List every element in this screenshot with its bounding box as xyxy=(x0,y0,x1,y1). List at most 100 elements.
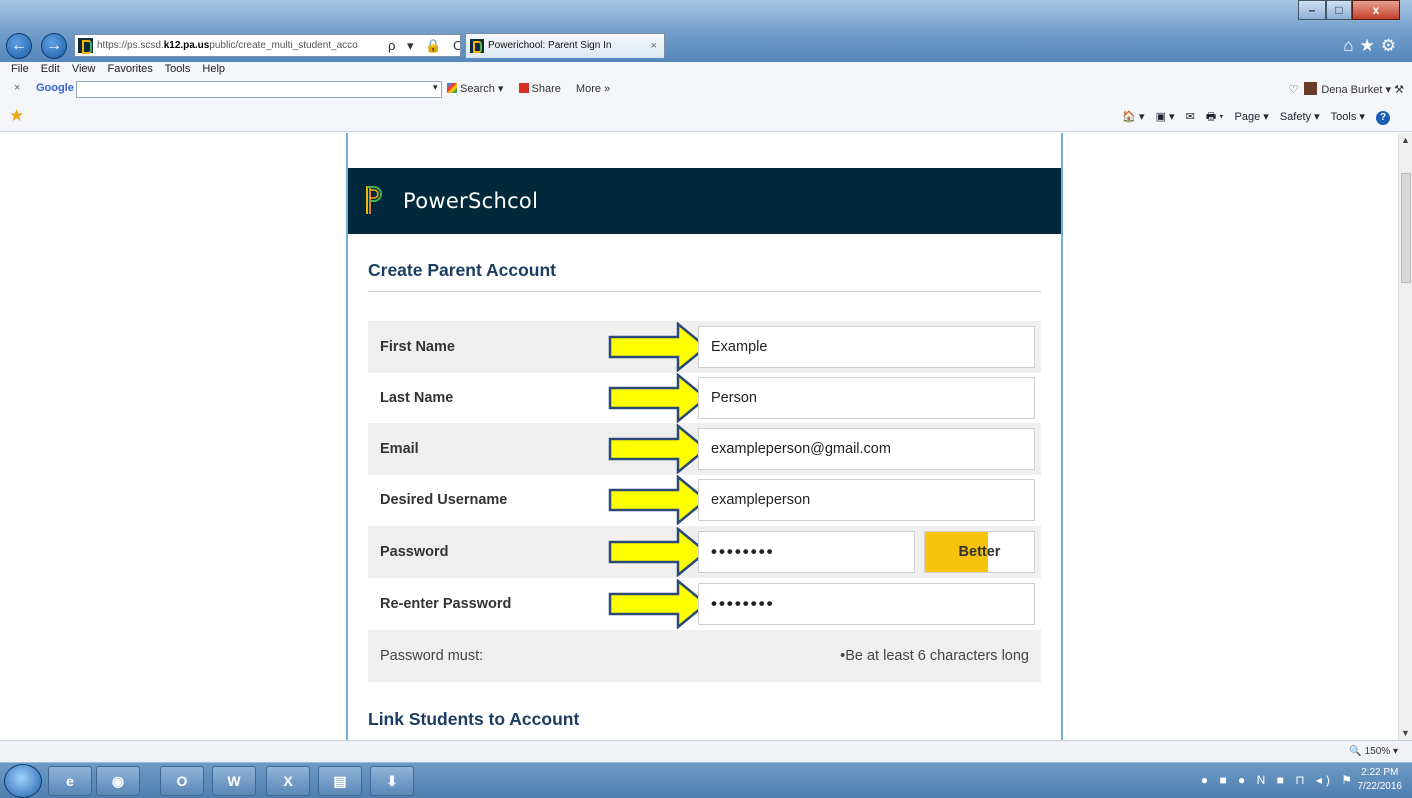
favorites-star-icon[interactable]: ★ xyxy=(9,106,24,126)
arrow-icon xyxy=(608,475,708,525)
password-strength-meter: Better xyxy=(924,531,1035,573)
clock[interactable]: 2:22 PM 7/22/2016 xyxy=(1358,766,1403,794)
taskbar-download-button[interactable]: ⬇ xyxy=(370,766,414,796)
menu-view[interactable]: View xyxy=(72,63,96,75)
google-search-icon xyxy=(447,83,457,93)
back-button[interactable]: ← xyxy=(6,33,32,59)
password-rules: Password must: •Be at least 6 characters… xyxy=(368,630,1041,682)
zoom-level[interactable]: 🔍 150% ▾ xyxy=(1349,746,1398,757)
google-share-label: Share xyxy=(531,83,561,95)
powerschool-logo-icon xyxy=(366,186,382,214)
taskbar-explorer-button[interactable]: ▤ xyxy=(318,766,362,796)
scroll-up-icon[interactable]: ▲ xyxy=(1401,135,1410,145)
menu-bar: File Edit View Favorites Tools Help xyxy=(0,62,1412,78)
command-tools: 🏠 ▾ ▣ ▾ ✉ 🖶 ▾ Page ▾ Safety ▾ Tools ▾ ? xyxy=(1114,108,1390,127)
home-button[interactable]: 🏠 ▾ xyxy=(1122,111,1144,123)
avatar xyxy=(1304,82,1318,95)
scroll-thumb[interactable] xyxy=(1401,173,1411,283)
feeds-button[interactable]: ▣ ▾ xyxy=(1156,111,1175,123)
safety-menu[interactable]: Safety ▾ xyxy=(1280,111,1320,123)
tab-close-icon[interactable]: × xyxy=(651,34,657,58)
clock-time: 2:22 PM xyxy=(1361,767,1399,778)
command-bar: ★ 🏠 ▾ ▣ ▾ ✉ 🖶 ▾ Page ▾ Safety ▾ Tools ▾ … xyxy=(0,100,1412,132)
powerschool-favicon-icon xyxy=(470,39,484,53)
google-toolbar: × Google ▾ Search ▾ Share More » ♡ Dena B… xyxy=(0,78,1412,100)
password-field[interactable]: •••••••• xyxy=(698,531,915,573)
system-tray-icons[interactable]: ● ■ ● N ■ ⊓ ◂) ⚑ xyxy=(1201,773,1356,787)
page-viewport: PowerSchcol Create Parent Account First … xyxy=(0,133,1398,740)
last-name-row: Last Name Person xyxy=(368,372,1041,424)
share-icon xyxy=(518,83,529,93)
password-row: Password •••••••• Better xyxy=(368,526,1041,578)
bell-icon[interactable]: ♡ xyxy=(1288,84,1298,96)
taskbar-chrome-button[interactable]: ◉ xyxy=(96,766,140,796)
google-toolbar-close-icon[interactable]: × xyxy=(14,82,20,94)
start-button[interactable] xyxy=(4,764,42,798)
link-students-heading: Link Students to Account xyxy=(368,709,1041,740)
page-frame: PowerSchcol Create Parent Account First … xyxy=(346,133,1063,740)
page-title: Create Parent Account xyxy=(368,260,1041,292)
maximize-button[interactable]: □ xyxy=(1326,0,1352,20)
powerschool-brand: PowerSchcol xyxy=(403,189,539,213)
window-controls: – □ x xyxy=(1298,0,1406,20)
address-tools[interactable]: ρ ▾ 🔒 C xyxy=(385,34,461,57)
home-favorites-settings-icons[interactable]: ⌂★⚙ xyxy=(1343,36,1402,56)
clock-date: 7/22/2016 xyxy=(1357,781,1403,792)
tab-powerschool[interactable]: Powerichool: Parent Sign In × xyxy=(465,33,665,58)
help-icon[interactable]: ? xyxy=(1376,111,1390,125)
last-name-label: Last Name xyxy=(380,390,454,406)
wrench-icon[interactable]: ⚒ xyxy=(1394,84,1404,96)
username-label: Desired Username xyxy=(380,492,508,508)
taskbar-outlook-button[interactable]: O xyxy=(160,766,204,796)
first-name-field[interactable]: Example xyxy=(698,326,1035,368)
menu-tools[interactable]: Tools xyxy=(165,63,191,75)
arrow-icon xyxy=(608,424,708,474)
forward-button[interactable]: → xyxy=(41,33,67,59)
page-menu[interactable]: Page ▾ xyxy=(1235,111,1269,123)
taskbar-excel-button[interactable]: X xyxy=(266,766,310,796)
menu-help[interactable]: Help xyxy=(202,63,225,75)
url-path: public/create_multi_student_acco xyxy=(209,40,358,51)
powerschool-favicon-icon xyxy=(78,38,93,54)
google-share-button[interactable]: Share xyxy=(518,83,567,95)
google-more-button[interactable]: More » xyxy=(576,83,610,95)
user-name: Dena Burket ▾ xyxy=(1321,84,1392,96)
password-rules-label: Password must: xyxy=(380,648,484,664)
menu-edit[interactable]: Edit xyxy=(41,63,60,75)
arrow-icon xyxy=(608,579,708,629)
google-toolbar-actions: Search ▾ Share More » xyxy=(447,82,616,95)
reenter-password-row: Re-enter Password •••••••• xyxy=(368,578,1041,630)
print-button[interactable]: 🖶 ▾ xyxy=(1206,111,1224,123)
reenter-password-label: Re-enter Password xyxy=(380,596,512,612)
password-strength-label: Better xyxy=(958,544,1001,560)
first-name-row: First Name Example xyxy=(368,321,1041,373)
page-scrollbar[interactable]: ▲ ▼ xyxy=(1398,133,1412,740)
reenter-password-field[interactable]: •••••••• xyxy=(698,583,1035,625)
close-window-button[interactable]: x xyxy=(1352,0,1400,20)
arrow-icon xyxy=(608,373,708,423)
url-prefix: https://ps.scsd. xyxy=(97,40,164,51)
menu-file[interactable]: File xyxy=(11,63,29,75)
scroll-down-icon[interactable]: ▼ xyxy=(1401,728,1410,738)
taskbar: e ◉ O W X ▤ ⬇ ● ■ ● N ■ ⊓ ◂) ⚑ 2:22 PM 7… xyxy=(0,762,1412,798)
powerschool-header: PowerSchcol xyxy=(348,168,1061,234)
google-label: Google xyxy=(36,82,74,94)
minimize-button[interactable]: – xyxy=(1298,0,1326,20)
username-field[interactable]: exampleperson xyxy=(698,479,1035,521)
google-search-label: Search ▾ xyxy=(460,83,504,95)
taskbar-ie-button[interactable]: e xyxy=(48,766,92,796)
first-name-label: First Name xyxy=(380,339,455,355)
arrow-icon xyxy=(608,527,708,577)
arrow-icon xyxy=(608,322,708,372)
google-search-input[interactable] xyxy=(76,81,442,98)
google-search-button[interactable]: Search ▾ xyxy=(447,83,509,95)
taskbar-word-button[interactable]: W xyxy=(212,766,256,796)
google-user-menu[interactable]: ♡ Dena Burket ▾ ⚒ xyxy=(1288,82,1404,96)
tools-menu[interactable]: Tools ▾ xyxy=(1331,111,1365,123)
google-search-dropdown-icon[interactable]: ▾ xyxy=(433,82,438,93)
menu-favorites[interactable]: Favorites xyxy=(108,63,153,75)
email-field[interactable]: exampleperson@gmail.com xyxy=(698,428,1035,470)
mail-button[interactable]: ✉ xyxy=(1186,111,1195,123)
status-bar: 🔍 150% ▾ xyxy=(0,740,1412,762)
last-name-field[interactable]: Person xyxy=(698,377,1035,419)
